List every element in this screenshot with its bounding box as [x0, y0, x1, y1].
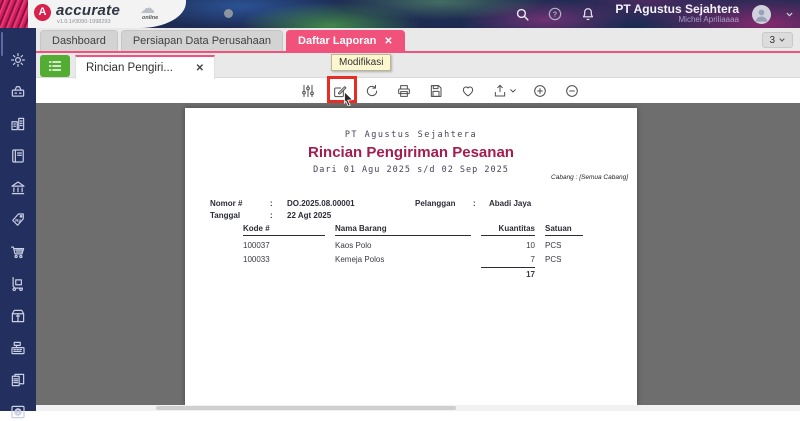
help-icon[interactable]: ? — [545, 4, 565, 24]
refresh-button[interactable] — [360, 80, 384, 101]
buildings-icon[interactable] — [9, 114, 28, 133]
app-version: v1.0.1#3090-1998293 — [57, 19, 111, 25]
user-name: Michel Apriliaaaa — [678, 15, 739, 25]
main-tab-bar: Dashboard Persiapan Data Perusahaan Daft… — [36, 28, 800, 53]
report-list-button[interactable] — [40, 55, 70, 77]
globe-report-icon[interactable] — [9, 402, 28, 421]
col-header-kode: Kode # — [243, 224, 325, 236]
filter-settings-button[interactable] — [296, 80, 320, 101]
chevron-down-icon[interactable] — [784, 4, 794, 24]
tab-label: Persiapan Data Perusahaan — [132, 35, 272, 47]
table-cell: PCS — [545, 241, 562, 250]
table-total-kuantitas: 17 — [481, 267, 535, 279]
tanggal-label: Tanggal — [210, 211, 241, 220]
close-icon[interactable]: ✕ — [196, 63, 204, 74]
horizontal-scrollbar[interactable] — [36, 405, 800, 411]
logo-online-badge: online — [142, 15, 159, 21]
tax-documents-icon[interactable] — [9, 370, 28, 389]
gear-icon[interactable] — [9, 50, 28, 69]
table-cell: Kemeja Polos — [335, 255, 385, 264]
close-icon[interactable]: ✕ — [384, 36, 392, 47]
table-cell: 100033 — [243, 255, 270, 264]
zoom-out-button[interactable] — [560, 80, 584, 101]
col-header-satuan: Satuan — [545, 224, 583, 236]
nomor-value: DO.2025.08.00001 — [287, 199, 355, 208]
tab-persiapan-data-perusahaan[interactable]: Persiapan Data Perusahaan — [120, 30, 284, 51]
pelanggan-value: Abadi Jaya — [489, 199, 532, 208]
tooltip-modifikasi: Modifikasi — [331, 54, 392, 71]
report-company: PT Agustus Sejahtera — [344, 130, 478, 140]
report-toolbar — [36, 78, 800, 103]
header-dot-decoration — [224, 9, 233, 18]
tanggal-value: 22 Agt 2025 — [287, 211, 332, 220]
favorite-heart-button[interactable] — [456, 80, 480, 101]
scale-icon[interactable] — [9, 82, 28, 101]
chevron-down-icon — [509, 88, 516, 92]
zoom-in-button[interactable] — [528, 80, 552, 101]
document-tab-bar: Rincian Pengiri... ✕ — [36, 53, 800, 79]
module-sidebar: Rp — [0, 28, 36, 418]
col-header-kuantitas: Kuantitas — [481, 224, 535, 236]
report-viewer: PT Agustus Sejahtera Rincian Pengiriman … — [36, 103, 800, 411]
report-branch-note: Cabang : [Semua Cabang] — [551, 174, 628, 181]
account-info[interactable]: PT Agustus Sejahtera Michel Apriliaaaa — [615, 2, 739, 25]
document-tab-label: Rincian Pengiri... — [86, 62, 173, 74]
save-button[interactable] — [424, 80, 448, 101]
notifications-bell-icon[interactable] — [578, 4, 598, 24]
report-fields: Nomor # : DO.2025.08.00001 Pelanggan : A… — [210, 199, 612, 225]
svg-text:?: ? — [553, 10, 558, 19]
table-cell: 10 — [526, 241, 535, 250]
hand-truck-icon[interactable] — [9, 274, 28, 293]
price-tag-icon[interactable]: Rp — [9, 210, 28, 229]
report-title: Rincian Pengiriman Pesanan — [308, 144, 514, 161]
app-header: A accurate v1.0.1#3090-1998293 ☁ online … — [0, 0, 800, 28]
print-button[interactable] — [392, 80, 416, 101]
scrollbar-thumb[interactable] — [156, 406, 456, 410]
colon: : — [473, 199, 476, 208]
tab-overflow-button[interactable]: 3 — [762, 32, 793, 48]
logo-text: accurate — [56, 2, 121, 19]
export-button[interactable] — [488, 80, 520, 101]
bank-icon[interactable] — [9, 178, 28, 197]
table-cell: 7 — [530, 255, 535, 264]
col-header-nama-barang: Nama Barang — [335, 224, 471, 236]
svg-text:Rp: Rp — [15, 217, 21, 222]
search-icon[interactable] — [512, 4, 532, 24]
list-icon — [48, 61, 62, 71]
package-icon[interactable] — [9, 306, 28, 325]
tab-dashboard[interactable]: Dashboard — [40, 30, 118, 51]
report-table: Kode # Nama Barang Kuantitas Satuan 1000… — [243, 224, 583, 279]
report-page: PT Agustus Sejahtera Rincian Pengiriman … — [185, 108, 637, 405]
accurate-logo-icon: A — [34, 4, 51, 21]
document-tab-rincian-pengiriman[interactable]: Rincian Pengiri... ✕ — [75, 55, 215, 79]
table-cell: 100037 — [243, 241, 270, 250]
tab-label: Daftar Laporan — [298, 35, 377, 47]
tab-label: Dashboard — [52, 35, 106, 47]
ledger-book-icon[interactable] — [9, 146, 28, 165]
table-cell: PCS — [545, 255, 562, 264]
avatar[interactable] — [752, 4, 771, 24]
chevron-down-icon — [779, 38, 785, 42]
cash-register-icon[interactable] — [9, 338, 28, 357]
mouse-cursor-icon — [343, 90, 356, 111]
nomor-label: Nomor # — [210, 199, 243, 208]
pelanggan-label: Pelanggan — [415, 199, 456, 208]
colon: : — [270, 199, 273, 208]
tab-count: 3 — [769, 34, 775, 46]
table-cell: Kaos Polo — [335, 241, 372, 250]
tab-daftar-laporan[interactable]: Daftar Laporan ✕ — [286, 30, 405, 51]
shopping-cart-icon[interactable] — [9, 242, 28, 261]
colon: : — [270, 211, 273, 220]
